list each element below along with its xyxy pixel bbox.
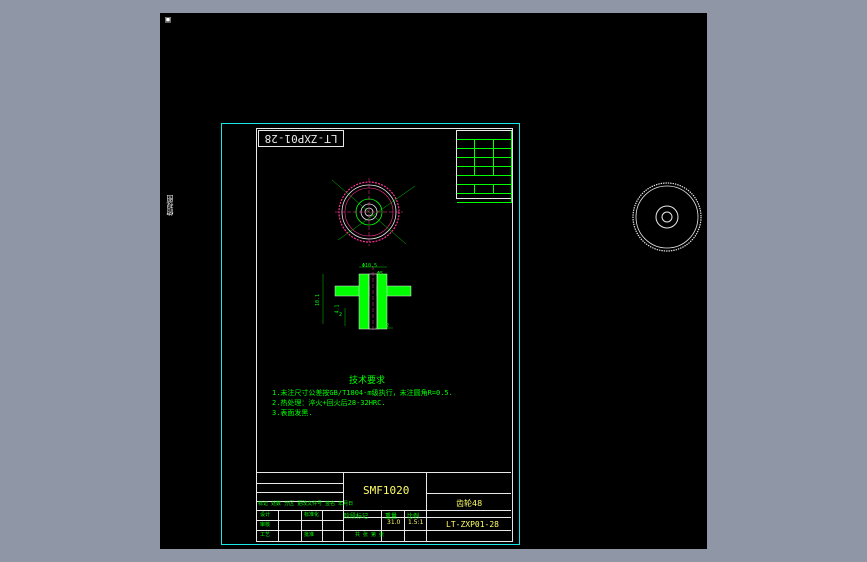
material-label: SMF1020 (363, 484, 410, 497)
part-name: 齿轮48 (456, 499, 483, 508)
dim-bottom-dia: Φ12 (380, 323, 390, 329)
table-row (457, 185, 512, 194)
view-label: 俯视图 (166, 195, 174, 216)
tech-line-3: 3.表面发黑. (272, 409, 313, 417)
role-approve: 批准 (304, 532, 315, 538)
tech-title: 技术要求 (349, 376, 386, 386)
dim-height-total: 10.1 (315, 293, 322, 307)
drawing-number: LT-ZXP01-28 (446, 520, 499, 529)
sheet-label: 共 张 第 张 (355, 532, 385, 538)
weight-value: 31.0 (387, 519, 401, 526)
dim-height-small: 2 (339, 312, 343, 318)
table-row (457, 131, 512, 140)
stamp-label: LT-ZXP01-28 (264, 132, 338, 145)
dim-hole-dia: Φ5 (377, 271, 384, 277)
role-review: 审核 (260, 522, 271, 528)
stage-header: 阶段标记 (344, 513, 369, 520)
gear-front-view (331, 178, 416, 246)
table-row (457, 140, 512, 149)
scale-value: 1.5:1 (408, 519, 424, 526)
table-row (457, 158, 512, 167)
stamp-box: LT-ZXP01-28 (258, 130, 344, 147)
role-design: 设计 (260, 512, 271, 518)
cube-icon[interactable]: ▣ (164, 16, 172, 24)
table-row (457, 167, 512, 176)
tech-line-1: 1.未注尺寸公差按GB/T1804-m级执行，未注圆角R=0.5. (272, 389, 453, 397)
gear-thumbnail[interactable] (632, 182, 704, 255)
standard-label: 标准化 (304, 512, 320, 518)
gear-parameter-table (456, 130, 513, 203)
gear-section-view (322, 266, 412, 332)
table-row (457, 149, 512, 158)
role-process: 工艺 (260, 532, 271, 538)
table-row (457, 176, 512, 185)
dim-top-dia: Φ10.5 (362, 263, 378, 269)
revision-row: 标记 处数 分区 更改文件号 签名 年月日 (258, 501, 354, 507)
table-row (457, 194, 512, 203)
tech-line-2: 2.热处理：淬火+回火后28-32HRC. (272, 399, 386, 407)
